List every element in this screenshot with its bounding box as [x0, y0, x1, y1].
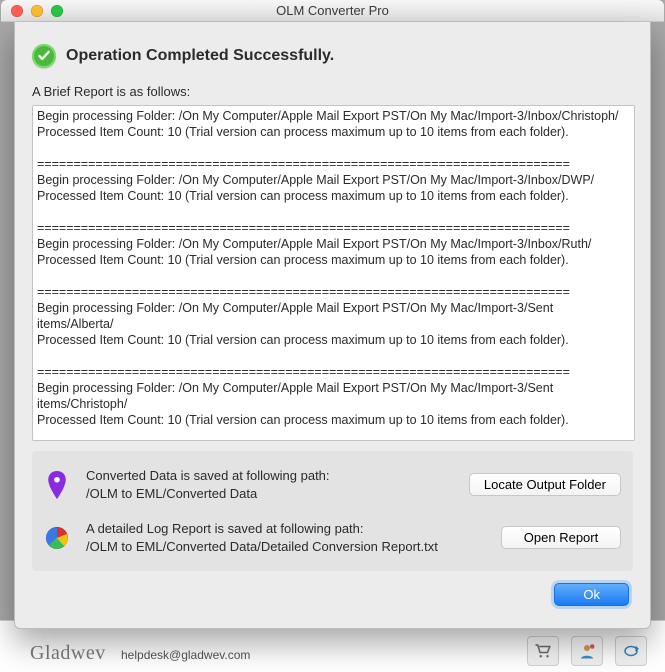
window-zoom-button[interactable]: [51, 5, 63, 17]
report-textarea[interactable]: Begin processing Folder: /On My Computer…: [32, 105, 635, 441]
brand-logo-text: Gladwev: [30, 642, 106, 665]
window-close-button[interactable]: [11, 5, 23, 17]
location-pin-icon: [42, 471, 72, 499]
success-heading: Operation Completed Successfully.: [66, 47, 334, 65]
log-path-value: /OLM to EML/Converted Data/Detailed Conv…: [86, 538, 487, 556]
window-minimize-button[interactable]: [31, 5, 43, 17]
sync-icon[interactable]: [615, 636, 647, 666]
support-icon[interactable]: [571, 636, 603, 666]
completion-dialog: Operation Completed Successfully. A Brie…: [14, 22, 651, 629]
report-intro-label: A Brief Report is as follows:: [32, 84, 633, 99]
parent-toolbar: [527, 636, 647, 666]
titlebar: OLM Converter Pro: [1, 0, 664, 22]
pie-chart-icon: [42, 525, 72, 551]
output-path-label: Converted Data is saved at following pat…: [86, 467, 455, 485]
helpdesk-email: helpdesk@gladwev.com: [121, 648, 250, 662]
locate-output-folder-button[interactable]: Locate Output Folder: [469, 473, 621, 496]
log-path-label: A detailed Log Report is saved at follow…: [86, 520, 487, 538]
window-title: OLM Converter Pro: [1, 3, 664, 18]
output-path-value: /OLM to EML/Converted Data: [86, 485, 455, 503]
ok-button[interactable]: Ok: [554, 583, 629, 606]
footer-panel: Converted Data is saved at following pat…: [32, 451, 633, 571]
open-report-button[interactable]: Open Report: [501, 526, 621, 549]
success-check-icon: [32, 44, 56, 68]
cart-icon[interactable]: [527, 636, 559, 666]
